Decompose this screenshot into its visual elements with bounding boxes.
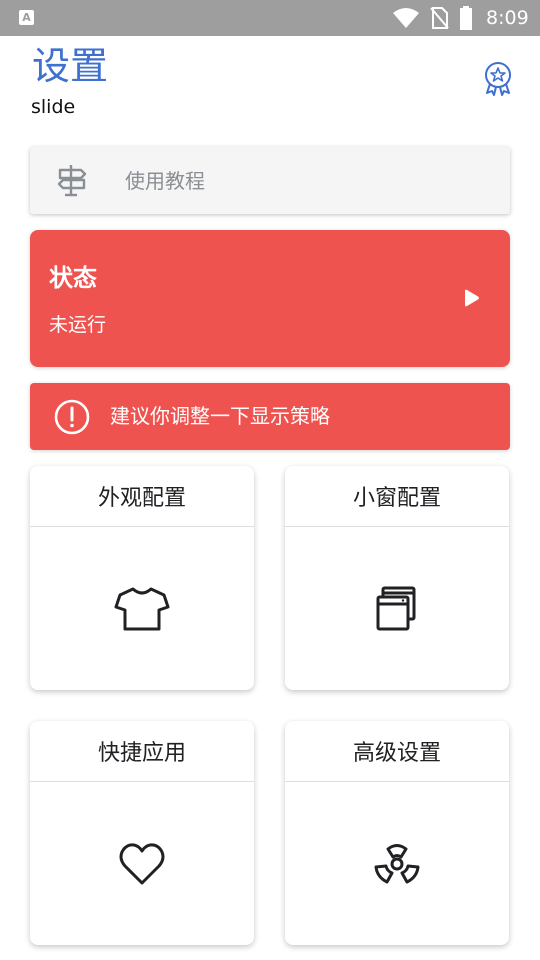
page-title: 设置 — [32, 44, 109, 88]
no-sim-icon — [430, 7, 449, 29]
heart-icon — [119, 842, 165, 884]
status-card[interactable]: 状态 未运行 — [30, 230, 510, 367]
tshirt-icon — [114, 587, 170, 630]
tile-title: 小窗配置 — [285, 466, 509, 527]
tutorial-button[interactable]: 使用教程 — [30, 147, 510, 214]
status-bar: A 8:09 — [0, 0, 540, 36]
tile-title: 外观配置 — [30, 466, 254, 527]
tutorial-label: 使用教程 — [125, 169, 205, 193]
app-notification-icon: A — [19, 10, 34, 25]
tile-advanced-settings[interactable]: 高级设置 — [285, 721, 509, 945]
tile-window-config[interactable]: 小窗配置 — [285, 466, 509, 690]
award-icon[interactable] — [481, 60, 515, 96]
battery-icon — [460, 6, 472, 30]
status-icons — [392, 6, 474, 30]
status-value: 未运行 — [49, 314, 107, 336]
tile-title: 高级设置 — [285, 721, 509, 782]
warning-text: 建议你调整一下显示策略 — [110, 404, 330, 428]
page-subtitle: slide — [31, 96, 76, 118]
status-title: 状态 — [49, 264, 97, 292]
signpost-icon — [57, 165, 87, 197]
radiation-icon — [374, 843, 420, 883]
tile-title: 快捷应用 — [30, 721, 254, 782]
status-time: 8:09 — [486, 7, 529, 29]
alert-circle-icon — [54, 399, 90, 435]
warning-banner[interactable]: 建议你调整一下显示策略 — [30, 383, 510, 450]
wifi-icon — [393, 8, 419, 28]
play-icon[interactable] — [460, 287, 482, 309]
windows-icon — [376, 586, 416, 630]
tile-appearance-config[interactable]: 外观配置 — [30, 466, 254, 690]
tile-quick-apps[interactable]: 快捷应用 — [30, 721, 254, 945]
